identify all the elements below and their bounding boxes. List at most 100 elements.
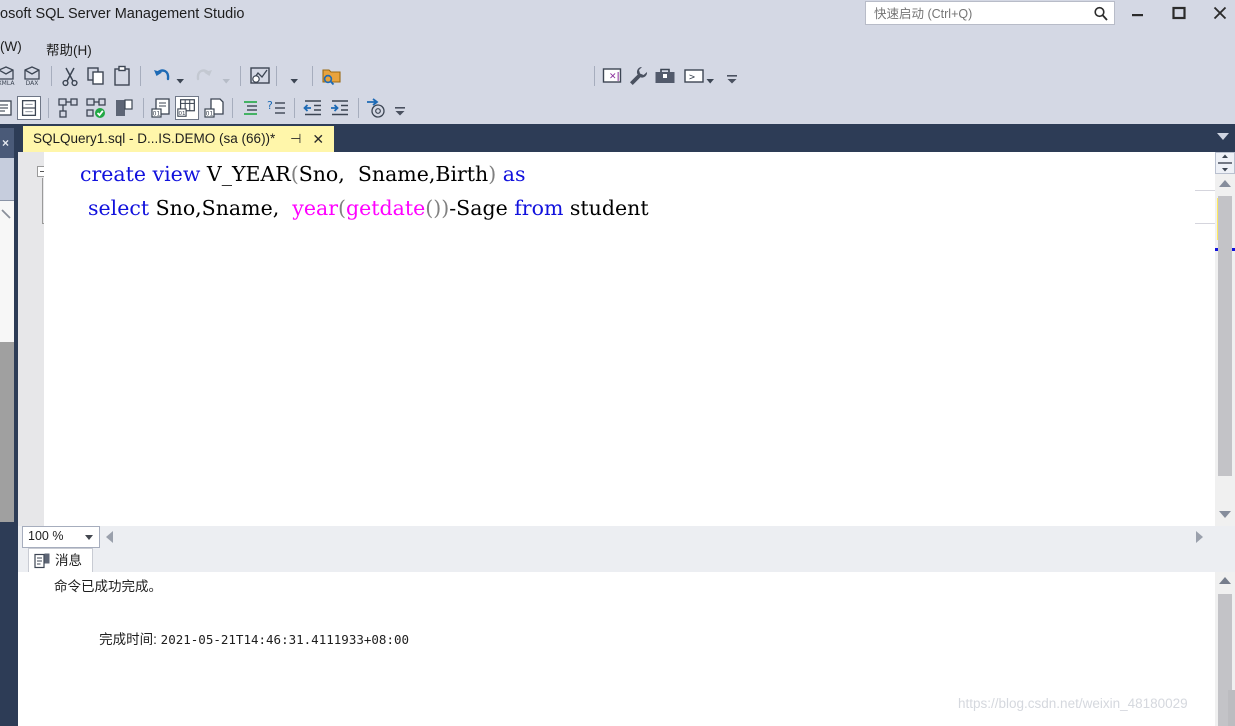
completion-time-label: 完成时间: bbox=[99, 632, 161, 647]
quick-launch-box[interactable] bbox=[865, 1, 1115, 25]
tab-messages[interactable]: 消息 bbox=[28, 548, 93, 572]
console-dropdown-arrow[interactable] bbox=[706, 72, 715, 84]
message-line-success: 命令已成功完成。 bbox=[54, 579, 162, 594]
code-token: select bbox=[88, 196, 150, 220]
xmla-icon[interactable]: XMLA bbox=[0, 64, 18, 88]
chevron-down-icon[interactable] bbox=[1217, 133, 1229, 140]
estimated-plan-icon[interactable] bbox=[248, 64, 272, 88]
editor-bottom-bar: 100 % bbox=[18, 526, 1235, 548]
left-strip-white-panel bbox=[0, 200, 14, 343]
execute-icon[interactable] bbox=[56, 96, 80, 120]
search-icon bbox=[1092, 5, 1110, 23]
quick-launch-input[interactable] bbox=[872, 4, 1081, 24]
svg-text:>: > bbox=[689, 72, 695, 83]
code-line-1: create view V_YEAR(Sno, Sname,Birth) as bbox=[80, 162, 526, 186]
messages-icon bbox=[34, 553, 51, 569]
results-pane-tab-strip: 消息 bbox=[18, 548, 1235, 573]
cut-icon[interactable] bbox=[58, 64, 82, 88]
svg-text:✕|: ✕| bbox=[609, 72, 620, 82]
maximize-button[interactable] bbox=[1161, 0, 1197, 26]
close-icon[interactable]: ✕ bbox=[310, 126, 326, 152]
hscroll-left-arrow-icon[interactable] bbox=[106, 531, 113, 543]
code-token: as bbox=[502, 162, 526, 186]
editor-vertical-scrollbar[interactable] bbox=[1215, 152, 1235, 526]
scroll-up-arrow-icon[interactable] bbox=[1219, 577, 1231, 584]
minimize-button[interactable] bbox=[1120, 0, 1156, 26]
code-token: Sno, Sname,Birth bbox=[298, 162, 489, 186]
document-tab-sqlquery1[interactable]: SQLQuery1.sql - D...IS.DEMO (sa (66))* ⊣… bbox=[23, 126, 335, 152]
redo-icon[interactable] bbox=[192, 64, 216, 88]
code-token: getdate bbox=[346, 196, 426, 220]
results-to-text-icon[interactable] bbox=[0, 96, 16, 120]
zoom-level-value: 100 % bbox=[28, 529, 64, 543]
code-token: ( bbox=[338, 196, 347, 220]
copy-icon[interactable] bbox=[84, 64, 108, 88]
editor-code-surface[interactable]: create view V_YEAR(Sno, Sname,Birth) as … bbox=[44, 152, 1195, 526]
paste-icon[interactable] bbox=[110, 64, 134, 88]
stop-icon[interactable] bbox=[112, 96, 136, 120]
outlining-stem bbox=[42, 178, 43, 224]
zoom-level-combo[interactable]: 100 % bbox=[22, 526, 100, 548]
decrease-indent-icon[interactable] bbox=[301, 96, 325, 120]
object-explorer-collapsed-tab[interactable]: × bbox=[0, 128, 14, 158]
window-title: osoft SQL Server Management Studio bbox=[0, 6, 245, 22]
title-bar: osoft SQL Server Management Studio bbox=[0, 0, 1235, 36]
new-query-icon[interactable]: ✕| bbox=[600, 64, 624, 88]
comment-icon[interactable] bbox=[238, 96, 262, 120]
editor-selection-margin bbox=[18, 152, 44, 526]
uncomment-icon[interactable]: ? bbox=[265, 96, 289, 120]
resize-grip-icon bbox=[1, 207, 12, 219]
sql-editor[interactable]: create view V_YEAR(Sno, Sname,Birth) as … bbox=[18, 152, 1235, 526]
toolbox-icon[interactable] bbox=[653, 64, 677, 88]
split-editor-button[interactable] bbox=[1215, 152, 1235, 174]
folder-search-icon[interactable] bbox=[320, 64, 344, 88]
increase-indent-icon[interactable] bbox=[328, 96, 352, 120]
toolbar-overflow-icon[interactable] bbox=[726, 72, 738, 86]
undo-dropdown-arrow[interactable] bbox=[176, 72, 185, 84]
undo-icon[interactable] bbox=[150, 64, 174, 88]
toolbar-row-2: 01 01 01 ? bbox=[0, 92, 1235, 124]
parse-icon[interactable] bbox=[84, 96, 108, 120]
results-file-icon[interactable]: 01 bbox=[203, 96, 227, 120]
code-token: create bbox=[80, 162, 147, 186]
code-token: ( bbox=[290, 162, 299, 186]
left-strip-panel-body bbox=[0, 158, 14, 200]
results-grid-icon[interactable]: 01 bbox=[175, 96, 199, 120]
completion-time-value: 2021-05-21T14:46:31.4111933+08:00 bbox=[160, 632, 410, 647]
toolbar1-extra-dropdown-arrow[interactable] bbox=[290, 72, 299, 84]
pin-icon[interactable]: ⊣ bbox=[288, 126, 304, 152]
wrench-icon[interactable] bbox=[626, 64, 650, 88]
editor-scrollbar-thumb[interactable] bbox=[1218, 196, 1232, 476]
menu-help[interactable]: 帮助(H) bbox=[46, 39, 92, 59]
code-token: view bbox=[152, 162, 201, 186]
goto-icon[interactable] bbox=[364, 96, 388, 120]
code-token: Sno,Sname, bbox=[149, 196, 293, 220]
menu-window[interactable]: (W) bbox=[0, 39, 22, 54]
svg-text:01: 01 bbox=[206, 111, 214, 118]
scroll-down-arrow-icon[interactable] bbox=[1219, 511, 1231, 518]
code-token: V_YEAR bbox=[200, 162, 291, 186]
scroll-up-arrow-icon[interactable] bbox=[1219, 180, 1231, 187]
document-tab-label: SQLQuery1.sql - D...IS.DEMO (sa (66))* bbox=[33, 131, 276, 146]
svg-text:XMLA: XMLA bbox=[0, 80, 15, 87]
hscroll-right-arrow-icon[interactable] bbox=[1196, 531, 1203, 543]
tab-messages-label: 消息 bbox=[55, 553, 82, 568]
object-explorer-tab-glyph: × bbox=[2, 136, 10, 150]
left-strip-gray-panel bbox=[0, 342, 14, 522]
code-line-2: select Sno,Sname, year(getdate())-Sage f… bbox=[88, 196, 649, 220]
code-token: year bbox=[292, 196, 339, 220]
code-token: -Sage bbox=[449, 196, 515, 220]
close-button[interactable] bbox=[1202, 0, 1235, 26]
svg-text:?: ? bbox=[267, 99, 273, 112]
messages-output[interactable]: 命令已成功完成。 完成时间: 2021-05-21T14:46:31.41119… bbox=[18, 572, 1215, 726]
svg-text:DAX: DAX bbox=[26, 80, 39, 87]
toolbar-overflow-icon-2[interactable] bbox=[394, 104, 406, 118]
redo-dropdown-arrow[interactable] bbox=[222, 72, 231, 84]
console-icon[interactable]: > bbox=[682, 64, 706, 88]
results-to-grid-icon[interactable] bbox=[17, 96, 41, 120]
code-token: student bbox=[563, 196, 649, 220]
dax-icon[interactable]: DAX bbox=[20, 64, 44, 88]
include-actual-plan-icon[interactable]: 01 bbox=[150, 96, 174, 120]
svg-text:01: 01 bbox=[153, 111, 161, 118]
svg-text:01: 01 bbox=[178, 111, 185, 117]
